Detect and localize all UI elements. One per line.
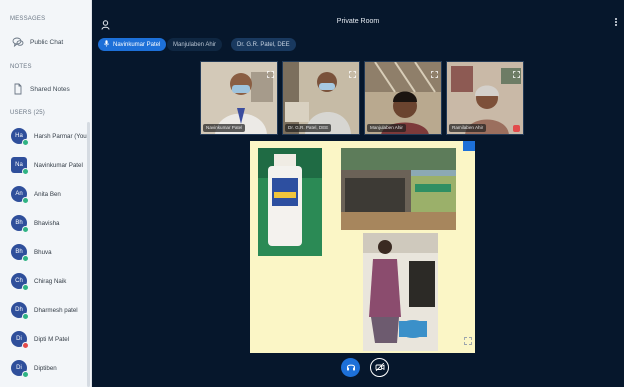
- user-name: Dharmesh patel: [34, 306, 78, 314]
- avatar: Ha: [11, 128, 29, 146]
- talking-indicator: Manjulaben Ahir: [167, 38, 223, 51]
- muted-icon: [513, 125, 520, 132]
- talker-name: Navinkumar Patel: [113, 41, 161, 48]
- talker-name: Dr. G.R. Patel, DEE: [237, 41, 290, 48]
- avatar: Di: [11, 331, 29, 349]
- users-section-title: USERS (25): [10, 110, 46, 116]
- user-list-item[interactable]: Ch Chirag Naik: [11, 273, 67, 291]
- avatar: Di: [11, 360, 29, 378]
- sidebar: MESSAGES Public Chat NOTES Shared Notes …: [0, 0, 92, 387]
- fullscreen-icon[interactable]: [431, 65, 438, 78]
- fullscreen-icon[interactable]: [267, 65, 274, 78]
- slide-photo-handwash: [363, 233, 438, 351]
- notes-section-title: NOTES: [10, 64, 32, 70]
- fullscreen-icon[interactable]: [464, 332, 472, 350]
- slide-photo-building: [341, 148, 456, 230]
- fullscreen-icon[interactable]: [513, 65, 520, 78]
- slide-photo-bottle: [258, 148, 322, 256]
- user-name: Anita Ben: [34, 190, 61, 198]
- user-name: Navinkumar Patel: [34, 161, 83, 169]
- video-tile[interactable]: Navinkumar Patel: [200, 61, 278, 135]
- notes-icon: [12, 83, 24, 95]
- chat-icon: [12, 36, 24, 48]
- user-list-item[interactable]: Na Navinkumar Patel: [11, 157, 83, 175]
- participant-name: Manjulaben Ahir: [367, 124, 406, 132]
- public-chat-item[interactable]: Public Chat: [12, 36, 63, 48]
- fullscreen-icon[interactable]: [349, 65, 356, 78]
- avatar: Ch: [11, 273, 29, 291]
- user-name: Chirag Naik: [34, 277, 67, 285]
- minimize-presentation-button[interactable]: [463, 141, 475, 151]
- talker-name: Manjulaben Ahir: [173, 41, 217, 48]
- user-list-item[interactable]: Ha Harsh Parmar (You): [11, 128, 89, 146]
- shared-notes-label: Shared Notes: [30, 85, 70, 93]
- video-tile[interactable]: Manjulaben Ahir: [364, 61, 442, 135]
- status-badge: [22, 313, 29, 320]
- top-bar: Private Room: [92, 0, 624, 34]
- video-tile[interactable]: Ramilaben Ahir: [446, 61, 524, 135]
- public-chat-label: Public Chat: [30, 38, 64, 46]
- room-title: Private Room: [336, 18, 380, 25]
- user-list-scrollbar[interactable]: [87, 122, 90, 387]
- video-tile[interactable]: Dr. G.R. Patel, DEE: [282, 61, 360, 135]
- avatar: Na: [11, 157, 29, 175]
- avatar: Bh: [11, 215, 29, 233]
- user-name: Harsh Parmar (You): [34, 132, 89, 140]
- status-badge: [22, 197, 29, 204]
- avatar: Bh: [11, 244, 29, 262]
- participant-name: Navinkumar Patel: [203, 124, 246, 132]
- presentation-slide: [250, 141, 475, 353]
- messages-section-title: MESSAGES: [10, 16, 46, 22]
- status-badge: [22, 226, 29, 233]
- user-list-item[interactable]: An Anita Ben: [11, 186, 61, 204]
- user-list-item[interactable]: Di Diptiben: [11, 360, 57, 378]
- user-list-item[interactable]: Di Dipti M Patel: [11, 331, 70, 349]
- user-name: Dipti M Patel: [34, 335, 70, 343]
- participant-name: Dr. G.R. Patel, DEE: [285, 124, 332, 132]
- camera-icon: [375, 359, 385, 377]
- audio-button[interactable]: [341, 358, 360, 377]
- user-list-item[interactable]: Dh Dharmesh patel: [11, 302, 78, 320]
- status-badge: [22, 371, 29, 378]
- user-list-item[interactable]: Bh Bhavisha: [11, 215, 60, 233]
- status-badge: [22, 139, 29, 146]
- headphones-icon: [346, 359, 356, 377]
- mic-icon: [104, 40, 109, 49]
- user-name: Diptiben: [34, 364, 57, 372]
- user-name: Bhuva: [34, 248, 52, 256]
- status-badge: [22, 284, 29, 291]
- more-icon[interactable]: [615, 18, 618, 27]
- avatar: Dh: [11, 302, 29, 320]
- talking-indicator: Navinkumar Patel: [98, 38, 167, 51]
- main-area: Private Room Navinkumar Patel Manjulaben…: [92, 0, 624, 387]
- talking-indicator: Dr. G.R. Patel, DEE: [231, 38, 296, 51]
- participant-name: Ramilaben Ahir: [449, 124, 487, 132]
- avatar: An: [11, 186, 29, 204]
- status-badge: [22, 168, 29, 175]
- status-badge: [22, 342, 29, 349]
- video-button[interactable]: [370, 358, 389, 377]
- user-list-item[interactable]: Bh Bhuva: [11, 244, 52, 262]
- status-badge: [22, 255, 29, 262]
- shared-notes-item[interactable]: Shared Notes: [12, 83, 70, 95]
- user-name: Bhavisha: [34, 219, 60, 227]
